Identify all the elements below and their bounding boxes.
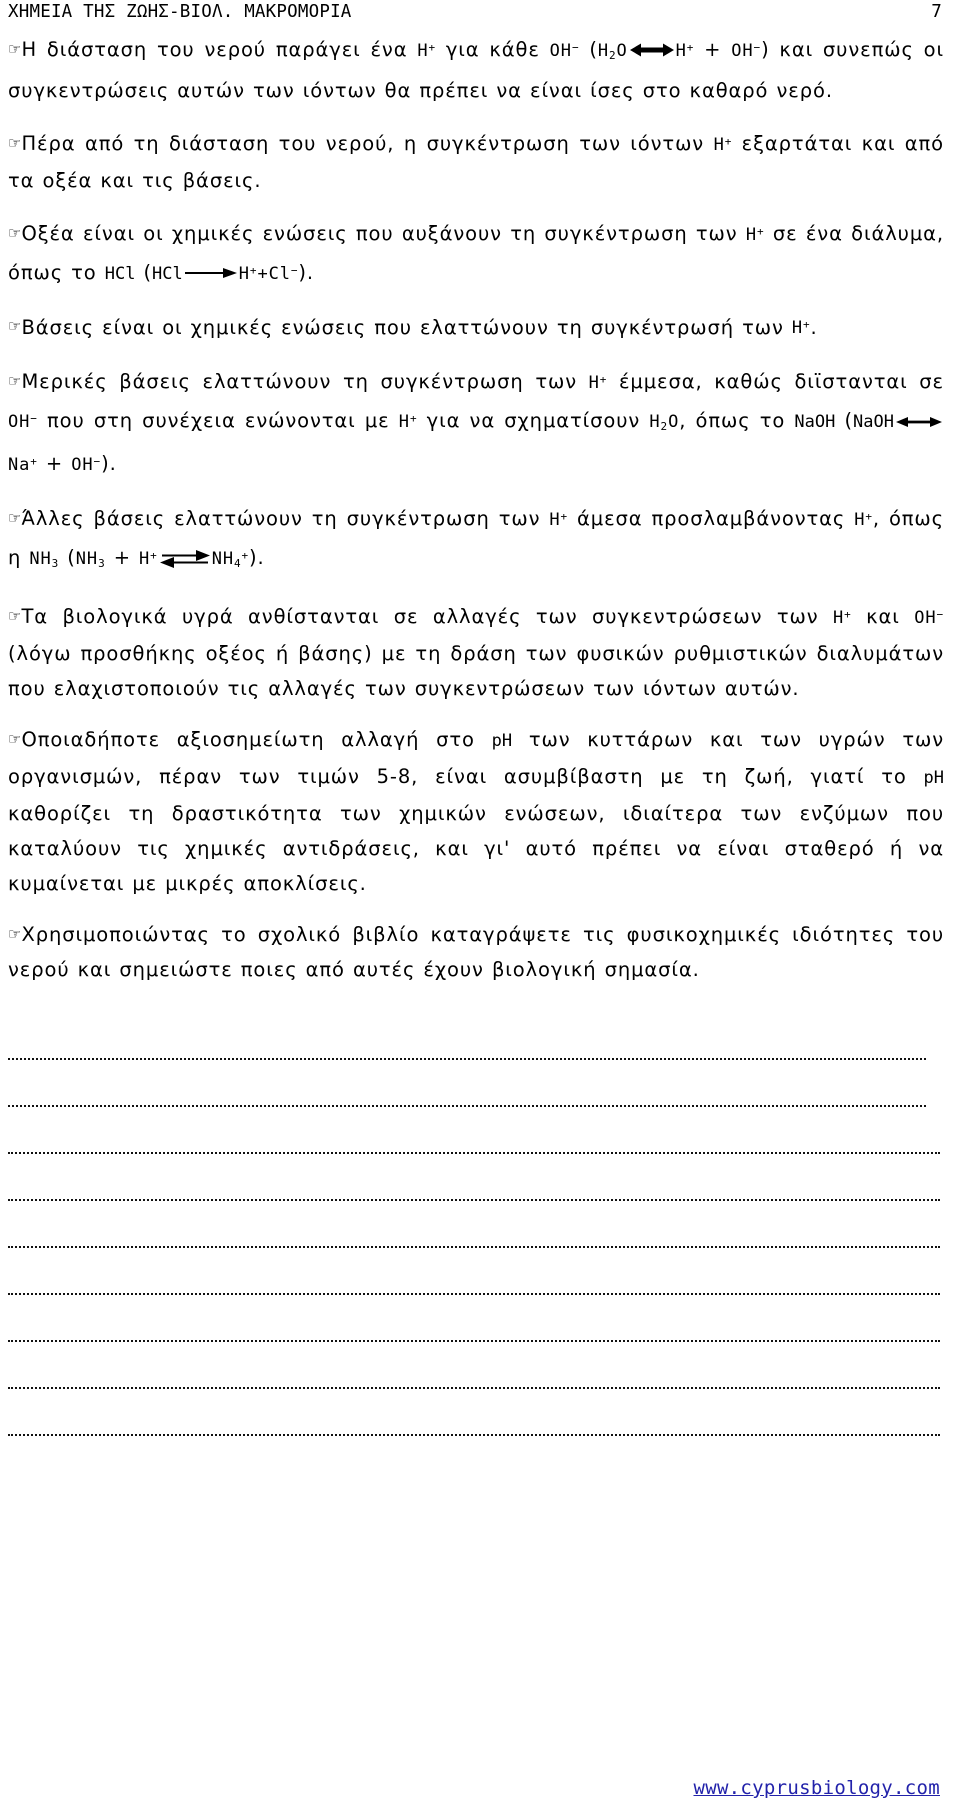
paragraph-text: Άλλες βάσεις ελαττώνουν τη συγκέντρωση τ… <box>21 506 550 530</box>
formula-oh-minus: OH− <box>914 607 944 628</box>
formula-naoh: NaOH <box>853 412 894 433</box>
pointing-hand-icon: ☞ <box>8 133 22 152</box>
page-number: 7 <box>931 2 942 22</box>
formula-h-plus: H+ <box>791 318 811 339</box>
paragraph-water-dissociation: ☞Η διάσταση του νερού παράγει ένα H+ για… <box>8 30 948 108</box>
formula-h-plus: H+ <box>713 134 733 155</box>
pointing-hand-icon: ☞ <box>8 317 22 336</box>
paragraph-text: ). <box>101 452 117 475</box>
paragraph-text: άμεσα προσλαμβάνοντας <box>568 506 855 530</box>
formula-hcl: HCl <box>152 263 183 284</box>
answer-line[interactable] <box>8 1013 927 1060</box>
answer-line[interactable] <box>8 1154 940 1201</box>
paragraph-text: Μερικές βάσεις ελαττώνουν τη συγκέντρωση… <box>21 370 589 394</box>
paragraph-biological-fluids: ☞Τα βιολογικά υγρά ανθίστανται σε αλλαγέ… <box>8 597 948 706</box>
pointing-hand-icon: ☞ <box>8 372 22 391</box>
formula-h-plus: H+ <box>417 40 437 61</box>
paragraph-text: ( <box>835 409 854 433</box>
formula-h-plus: H+ <box>675 40 695 61</box>
paragraph-task: ☞Χρησιμοποιώντας το σχολικό βιβλίο καταγ… <box>8 917 948 987</box>
formula-h-plus: H+ <box>854 509 873 530</box>
answer-line[interactable] <box>8 1389 940 1436</box>
equilibrium-arrow-icon <box>159 548 210 569</box>
paragraph-text: καθορίζει τη δραστικότητα των χημικών εν… <box>8 801 944 895</box>
paragraph-text: ( <box>59 545 76 569</box>
answer-line[interactable] <box>8 1342 940 1389</box>
paragraph-text: που στη συνέχεια ενώνονται με <box>37 409 399 433</box>
formula-h-plus: H+ <box>549 509 569 530</box>
formula-oh-minus: OH− <box>549 40 580 61</box>
formula-hcl-products: H++Cl− <box>238 263 299 284</box>
formula-h-plus: H+ <box>832 607 852 628</box>
page-footer: www.cyprusbiology.com <box>0 1777 960 1799</box>
paragraph-text: για να σχηματίσουν <box>417 409 650 433</box>
paragraph-other-bases: ☞Άλλες βάσεις ελαττώνουν τη συγκέντρωση … <box>8 499 948 581</box>
answer-line[interactable] <box>8 1248 940 1295</box>
formula-hcl: HCl <box>104 263 136 284</box>
paragraph-some-bases: ☞Μερικές βάσεις ελαττώνουν τη συγκέντρωσ… <box>8 362 948 483</box>
double-headed-arrow-icon <box>629 42 674 58</box>
formula-h-plus: H+ <box>588 373 608 394</box>
pointing-hand-icon: ☞ <box>8 924 22 943</box>
formula-nh4-plus: NH4+ <box>211 548 250 570</box>
answer-line[interactable] <box>8 1107 940 1154</box>
paragraph-text: Οξέα είναι οι χημικές ενώσεις που αυξάνο… <box>21 221 746 245</box>
footer-website-link[interactable]: www.cyprusbiology.com <box>693 1777 940 1799</box>
formula-h-plus: H+ <box>745 224 765 245</box>
paragraph-text: (λόγω προσθήκης οξέος ή βάσης) με τη δρά… <box>8 641 944 700</box>
paragraph-text: ). <box>249 545 265 569</box>
paragraph-text: . <box>810 315 818 339</box>
formula-na-plus: Na+ <box>8 455 38 475</box>
answer-line[interactable] <box>8 1201 940 1248</box>
document-page: ΧΗΜΕΙΑ ΤΗΣ ΖΩΗΣ-ΒΙΟΛ. ΜΑΚΡΟΜΟΡΙΑ 7 ☞Η δι… <box>0 0 960 1809</box>
paragraph-acids: ☞Οξέα είναι οι χημικές ενώσεις που αυξάν… <box>8 214 948 292</box>
formula-nh3: NH3 <box>29 548 60 570</box>
paragraph-text: ). <box>298 260 314 284</box>
paragraph-text: για κάθε <box>436 37 550 61</box>
answer-line[interactable] <box>8 1060 927 1107</box>
paragraph-bases: ☞Βάσεις είναι οι χημικές ενώσεις που ελα… <box>8 308 948 347</box>
paragraph-text: έμμεσα, καθώς διϊστανται σε <box>607 370 944 394</box>
paragraph-beyond-dissociation: ☞Πέρα από τη διάσταση του νερού, η συγκέ… <box>8 124 948 198</box>
answer-lines-area <box>8 1013 948 1436</box>
formula-naoh: NaOH <box>794 412 836 433</box>
paragraph-text: + <box>37 452 72 475</box>
paragraph-text: ( <box>579 37 598 61</box>
formula-ph: pH <box>923 767 944 788</box>
formula-oh-minus: OH− <box>8 412 38 433</box>
paragraph-text: Οποιαδήποτε αξιοσημείωτη αλλαγή στο <box>21 727 492 751</box>
formula-h-plus: H+ <box>139 548 158 569</box>
answer-line[interactable] <box>8 1295 940 1342</box>
formula-h-plus: H+ <box>398 412 418 433</box>
pointing-hand-icon: ☞ <box>8 223 22 242</box>
header-title: ΧΗΜΕΙΑ ΤΗΣ ΖΩΗΣ-ΒΙΟΛ. ΜΑΚΡΟΜΟΡΙΑ <box>8 2 352 22</box>
pointing-hand-icon: ☞ <box>8 729 22 748</box>
paragraph-text: Χρησιμοποιώντας το σχολικό βιβλίο καταγρ… <box>8 922 944 981</box>
paragraph-ph-range: ☞Οποιαδήποτε αξιοσημείωτη αλλαγή στο pH … <box>8 722 948 901</box>
formula-h2o: H2O <box>597 40 628 62</box>
paragraph-text: Τα βιολογικά υγρά ανθίστανται σε αλλαγές… <box>21 604 833 628</box>
paragraph-text: Η διάσταση του νερού παράγει ένα <box>21 37 418 61</box>
paragraph-text: και <box>851 604 915 628</box>
paragraph-text: Βάσεις είναι οι χημικές ενώσεις που ελατ… <box>21 315 792 339</box>
paragraph-text: + <box>105 545 140 569</box>
paragraph-text: Πέρα από τη διάσταση του νερού, η συγκέν… <box>21 131 714 155</box>
formula-h2o: H2O <box>649 412 680 434</box>
pointing-hand-icon: ☞ <box>8 606 22 625</box>
right-arrow-icon <box>184 266 237 280</box>
pointing-hand-icon: ☞ <box>8 508 22 527</box>
formula-ph: pH <box>491 730 513 751</box>
running-header: ΧΗΜΕΙΑ ΤΗΣ ΖΩΗΣ-ΒΙΟΛ. ΜΑΚΡΟΜΟΡΙΑ 7 <box>8 0 948 30</box>
formula-nh3: NH3 <box>75 548 106 570</box>
formula-oh-minus: OH− <box>71 455 102 475</box>
paragraph-text: , όπως το <box>679 409 795 433</box>
paragraph-text: ( <box>135 260 153 284</box>
pointing-hand-icon: ☞ <box>8 39 22 58</box>
left-right-arrow-icon <box>896 415 942 429</box>
formula-oh-minus: OH− <box>731 40 762 61</box>
paragraph-text: + <box>694 37 732 61</box>
